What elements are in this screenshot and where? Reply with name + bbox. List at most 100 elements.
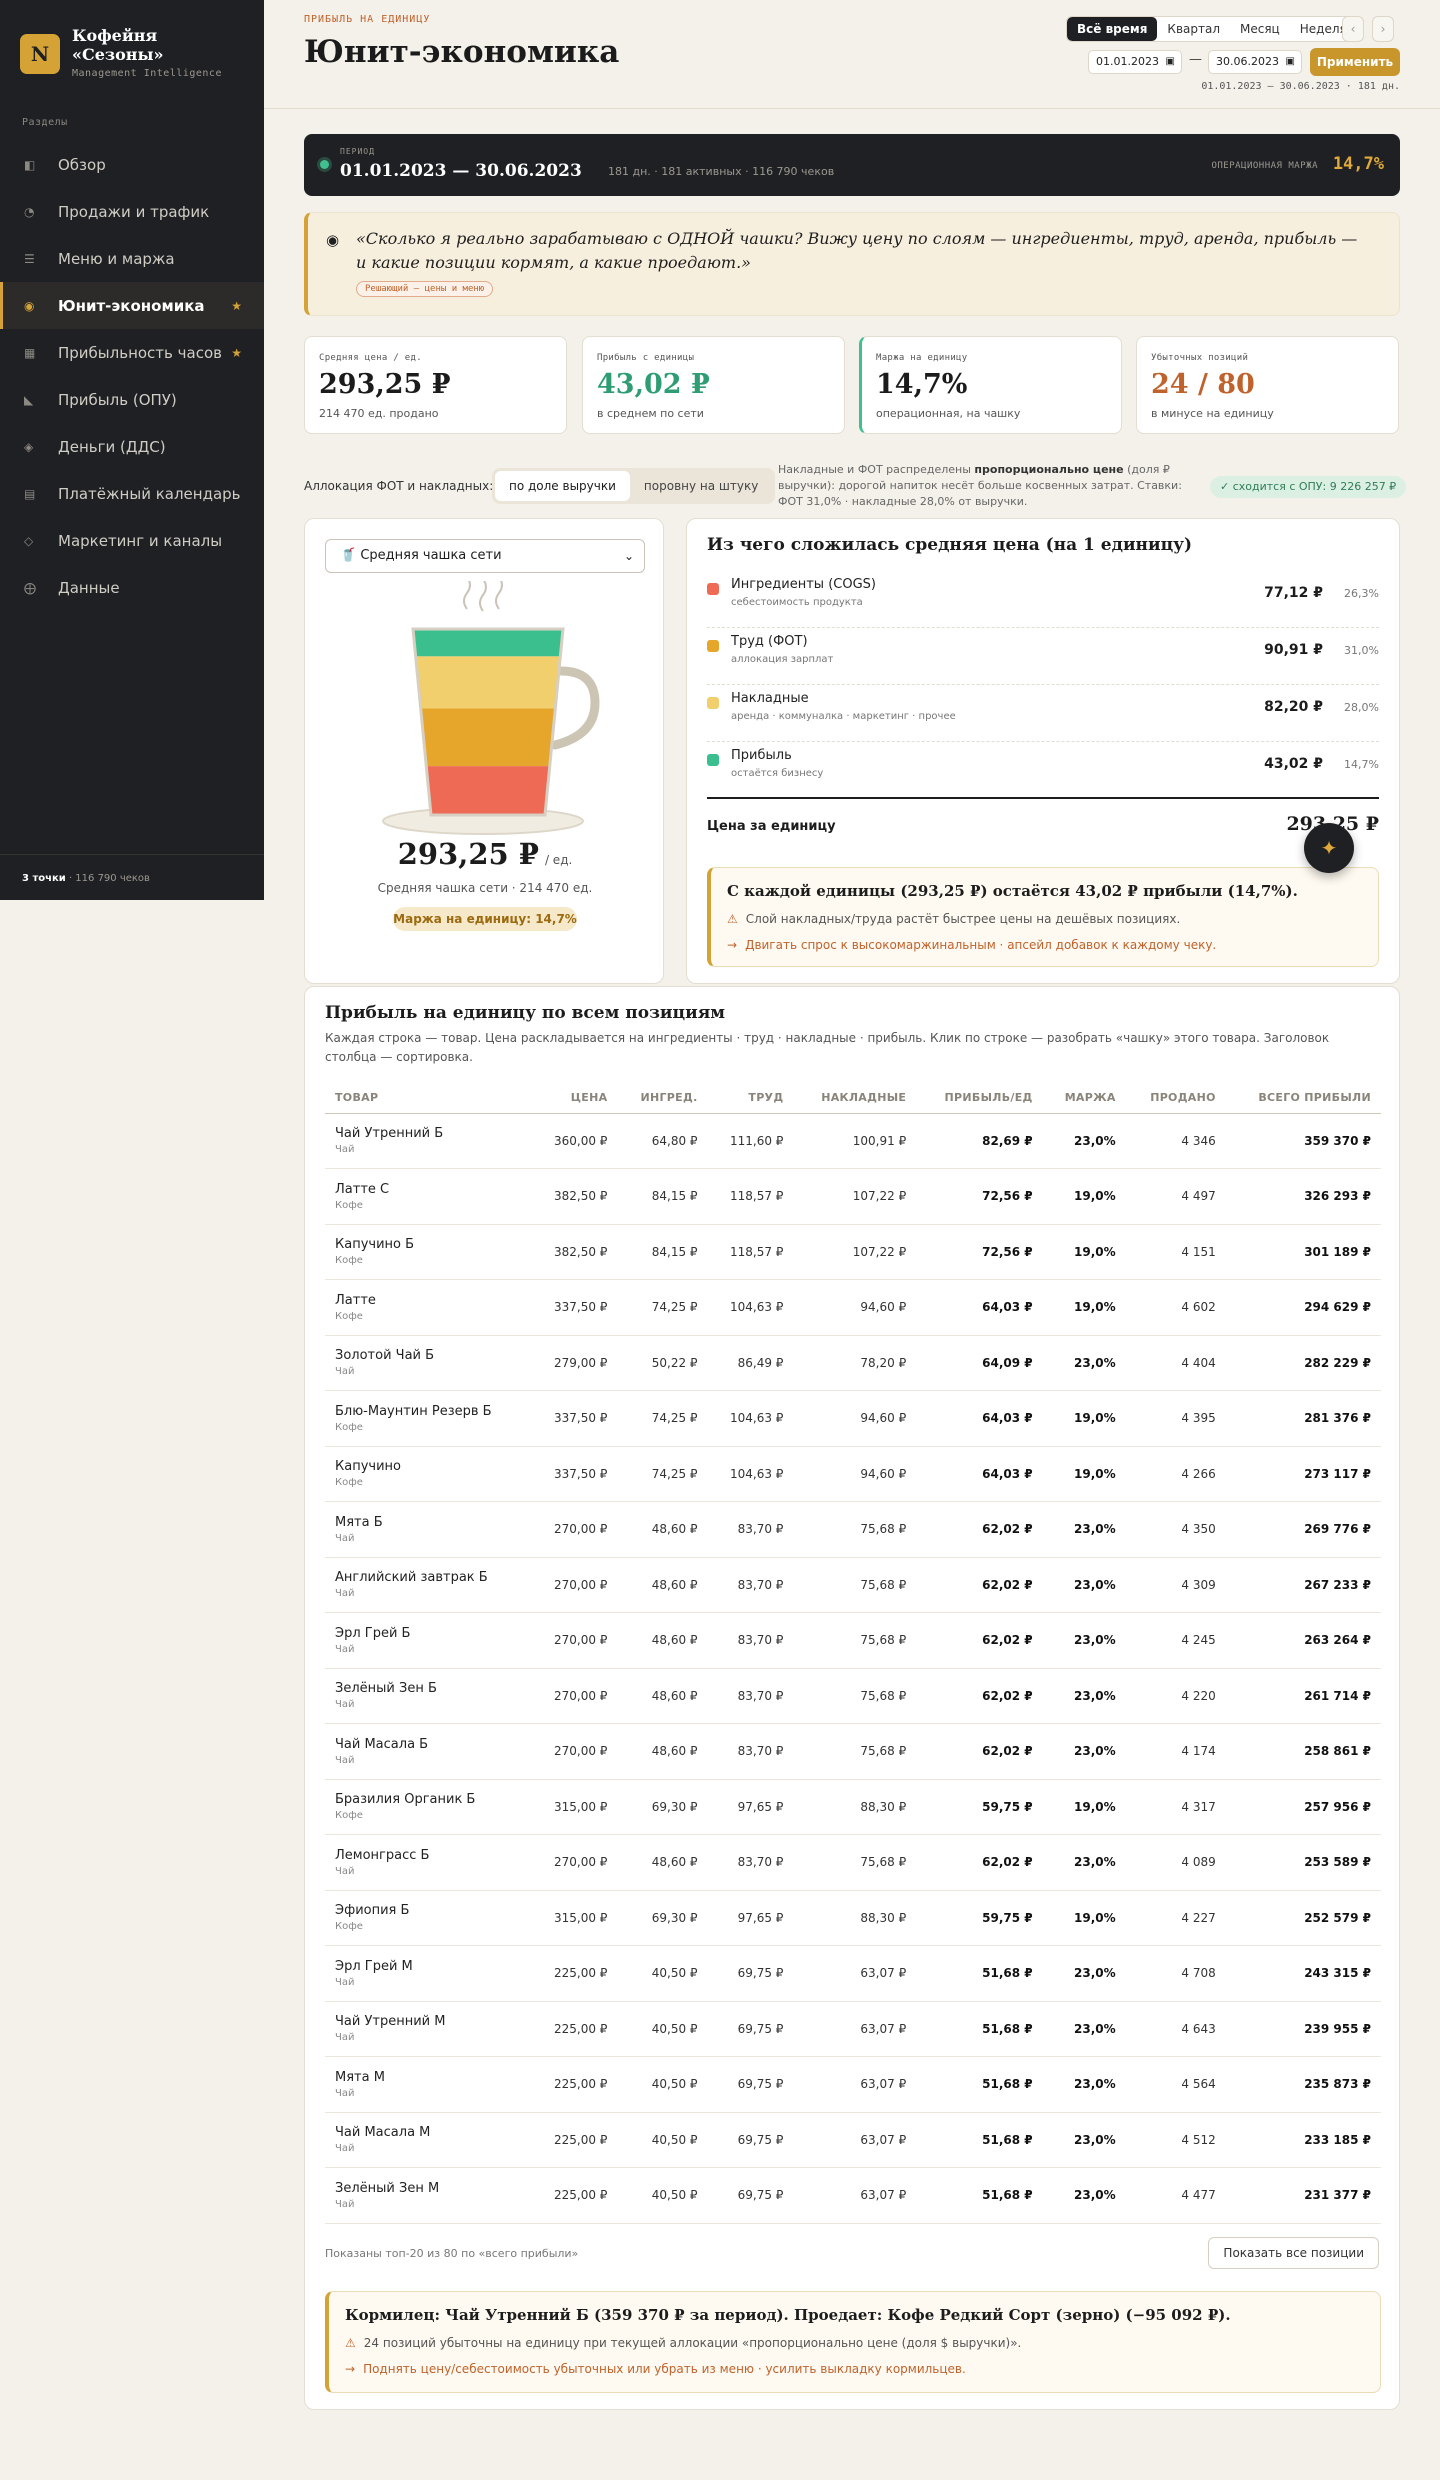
table-cell: 282 229 ₽ <box>1225 1335 1381 1391</box>
table-row[interactable]: Латте Кофе 337,50 ₽74,25 ₽104,63 ₽94,60 ₽6… <box>325 1279 1381 1336</box>
sidebar-item-10[interactable]: ⨁ Данные <box>0 564 264 611</box>
kpi-value: 14,7% <box>876 369 968 400</box>
sidebar-item-5[interactable]: ▦ Прибыльность часов ★ <box>0 329 264 376</box>
table-row[interactable]: Чай Утренний Б Чай 360,00 ₽64,80 ₽111,60 ₽… <box>325 1113 1381 1169</box>
breakdown-percent: 31,0% <box>1344 644 1379 657</box>
table-cell: 83,70 ₽ <box>707 1834 794 1891</box>
table-cell: 4 512 <box>1125 2112 1226 2168</box>
table-row[interactable]: Зелёный Зен М Чай 225,00 ₽40,50 ₽69,75 ₽63… <box>325 2167 1381 2224</box>
sidebar-item-7[interactable]: ◈ Деньги (ДДС) <box>0 423 264 470</box>
table-cell: 69,75 ₽ <box>707 2167 794 2224</box>
sidebar-item-2[interactable]: ◔ Продажи и трафик <box>0 188 264 235</box>
table-cell: 225,00 ₽ <box>531 2167 618 2224</box>
allocation-label: Аллокация ФОТ и накладных: <box>304 479 494 493</box>
table-cell: 4 174 <box>1125 1723 1226 1780</box>
table-row[interactable]: Чай Масала Б Чай 270,00 ₽48,60 ₽83,70 ₽75,… <box>325 1723 1381 1780</box>
table-cell: 4 346 <box>1125 1113 1226 1169</box>
product-cell: Зелёный Зен Б Чай <box>325 1668 532 1724</box>
table-row[interactable]: Капучино Б Кофе 382,50 ₽84,15 ₽118,57 ₽107… <box>325 1224 1381 1280</box>
table-cell: 23,0% <box>1042 1834 1126 1891</box>
table-cell: 88,30 ₽ <box>793 1890 917 1946</box>
breakdown-value: 90,91 ₽ <box>1264 642 1323 658</box>
table-row[interactable]: Эрл Грей М Чай 225,00 ₽40,50 ₽69,75 ₽63,07… <box>325 1945 1381 2002</box>
table-row[interactable]: Золотой Чай Б Чай 279,00 ₽50,22 ₽86,49 ₽78… <box>325 1335 1381 1391</box>
table-row[interactable]: Блю-Маунтин Резерв Б Кофе 337,50 ₽74,25 ₽1… <box>325 1390 1381 1447</box>
product-category: Чай <box>335 2143 355 2155</box>
product-cell: Лемонграсс Б Чай <box>325 1834 532 1891</box>
product-select[interactable]: 🥤 Средняя чашка сети ⌄ <box>325 539 645 573</box>
column-header[interactable]: ЦЕНА <box>531 1083 618 1114</box>
next-period-button[interactable]: › <box>1372 16 1394 42</box>
column-header[interactable]: ИНГРЕД. <box>617 1083 708 1114</box>
product-cell: Мята Б Чай <box>325 1501 532 1558</box>
sidebar-item-6[interactable]: ◣ Прибыль (ОПУ) <box>0 376 264 423</box>
show-all-button[interactable]: Показать все позиции <box>1208 2237 1379 2269</box>
table-cell: 23,0% <box>1042 2056 1126 2113</box>
warning-icon: ⚠ <box>727 912 738 926</box>
kpi-label: Убыточных позиций <box>1151 353 1249 363</box>
cup-price-unit: / ед. <box>544 853 573 867</box>
table-row[interactable]: Эфиопия Б Кофе 315,00 ₽69,30 ₽97,65 ₽88,30… <box>325 1890 1381 1946</box>
table-row[interactable]: Мята Б Чай 270,00 ₽48,60 ₽83,70 ₽75,68 ₽62… <box>325 1501 1381 1558</box>
table-cell: 75,68 ₽ <box>793 1612 917 1669</box>
table-cell: 270,00 ₽ <box>531 1668 618 1724</box>
table-cell: 83,70 ₽ <box>707 1557 794 1613</box>
column-header[interactable]: МАРЖА <box>1042 1083 1126 1114</box>
period-option-2[interactable]: Квартал <box>1157 17 1230 41</box>
product-category: Чай <box>335 1588 355 1600</box>
steam-icon <box>479 581 487 612</box>
table-row[interactable]: Чай Утренний М Чай 225,00 ₽40,50 ₽69,75 ₽6… <box>325 2001 1381 2057</box>
column-header[interactable]: ПРОДАНО <box>1125 1083 1226 1114</box>
sidebar-item-1[interactable]: ◧ Обзор <box>0 141 264 188</box>
table-cell: 337,50 ₽ <box>531 1446 618 1502</box>
date-from-input[interactable]: 01.01.2023 ▣ <box>1088 50 1182 74</box>
table-cell: 64,03 ₽ <box>916 1446 1043 1502</box>
date-dash: — <box>1189 52 1202 67</box>
table-cell: 235 873 ₽ <box>1225 2056 1381 2113</box>
table-cell: 23,0% <box>1042 1612 1126 1669</box>
table-cell: 75,68 ₽ <box>793 1834 917 1891</box>
column-header[interactable]: ТРУД <box>707 1083 794 1114</box>
date-to-input[interactable]: 30.06.2023 ▣ <box>1208 50 1302 74</box>
sidebar-item-3[interactable]: ☰ Меню и маржа <box>0 235 264 282</box>
table-row[interactable]: Английский завтрак Б Чай 270,00 ₽48,60 ₽83… <box>325 1557 1381 1613</box>
assistant-fab-button[interactable]: ✦ <box>1304 823 1354 873</box>
table-cell: 63,07 ₽ <box>793 1945 917 2002</box>
column-header[interactable]: ТОВАР <box>325 1083 532 1114</box>
table-cell: 72,56 ₽ <box>916 1168 1043 1225</box>
period-option-1[interactable]: Всё время <box>1067 17 1158 41</box>
table-row[interactable]: Бразилия Органик Б Кофе 315,00 ₽69,30 ₽97,… <box>325 1779 1381 1835</box>
table-row[interactable]: Лемонграсс Б Чай 270,00 ₽48,60 ₽83,70 ₽75,… <box>325 1834 1381 1891</box>
sidebar-item-8[interactable]: ▤ Платёжный календарь <box>0 470 264 517</box>
apply-button[interactable]: Применить <box>1310 48 1400 76</box>
table-cell: 23,0% <box>1042 2167 1126 2224</box>
prev-period-button[interactable]: ‹ <box>1342 16 1364 42</box>
sidebar-item-9[interactable]: ◇ Маркетинг и каналы <box>0 517 264 564</box>
table-cell: 62,02 ₽ <box>916 1501 1043 1558</box>
product-category: Кофе <box>335 1421 363 1433</box>
table-row[interactable]: Чай Масала М Чай 225,00 ₽40,50 ₽69,75 ₽63,… <box>325 2112 1381 2168</box>
calendar-icon[interactable]: ▣ <box>1166 51 1175 73</box>
column-header[interactable]: ПРИБЫЛЬ/ЕД <box>916 1083 1043 1114</box>
period-option-3[interactable]: Месяц <box>1230 17 1290 41</box>
table-cell: 75,68 ₽ <box>793 1668 917 1724</box>
calendar-icon[interactable]: ▣ <box>1286 51 1295 73</box>
allocation-option-1[interactable]: по доле выручки <box>495 471 630 501</box>
table-cell: 111,60 ₽ <box>707 1113 794 1169</box>
table-row[interactable]: Капучино Кофе 337,50 ₽74,25 ₽104,63 ₽94,60… <box>325 1446 1381 1502</box>
table-row[interactable]: Зелёный Зен Б Чай 270,00 ₽48,60 ₽83,70 ₽75… <box>325 1668 1381 1724</box>
table-row[interactable]: Мята М Чай 225,00 ₽40,50 ₽69,75 ₽63,07 ₽51… <box>325 2056 1381 2113</box>
table-row[interactable]: Эрл Грей Б Чай 270,00 ₽48,60 ₽83,70 ₽75,68… <box>325 1612 1381 1669</box>
table-cell: 4 089 <box>1125 1834 1226 1891</box>
period-bar: ПЕРИОД 01.01.2023 — 30.06.2023 181 дн. ·… <box>304 134 1400 196</box>
table-cell: 83,70 ₽ <box>707 1612 794 1669</box>
table-row[interactable]: Латте С Кофе 382,50 ₽84,15 ₽118,57 ₽107,22… <box>325 1168 1381 1225</box>
breakdown-row: Ингредиенты (COGS) себестоимость продукта… <box>707 571 1379 628</box>
cup-handle <box>550 666 600 750</box>
column-header[interactable]: НАКЛАДНЫЕ <box>793 1083 917 1114</box>
product-name: Английский завтрак Б <box>335 1570 488 1586</box>
sidebar-item-4[interactable]: ◉ Юнит-экономика ★ <box>0 282 264 329</box>
column-header[interactable]: ВСЕГО ПРИБЫЛИ <box>1225 1083 1381 1114</box>
brand[interactable]: N Кофейня «Сезоны» Management Intelligenc… <box>20 26 222 79</box>
allocation-option-2[interactable]: поровну на штуку <box>630 471 772 501</box>
